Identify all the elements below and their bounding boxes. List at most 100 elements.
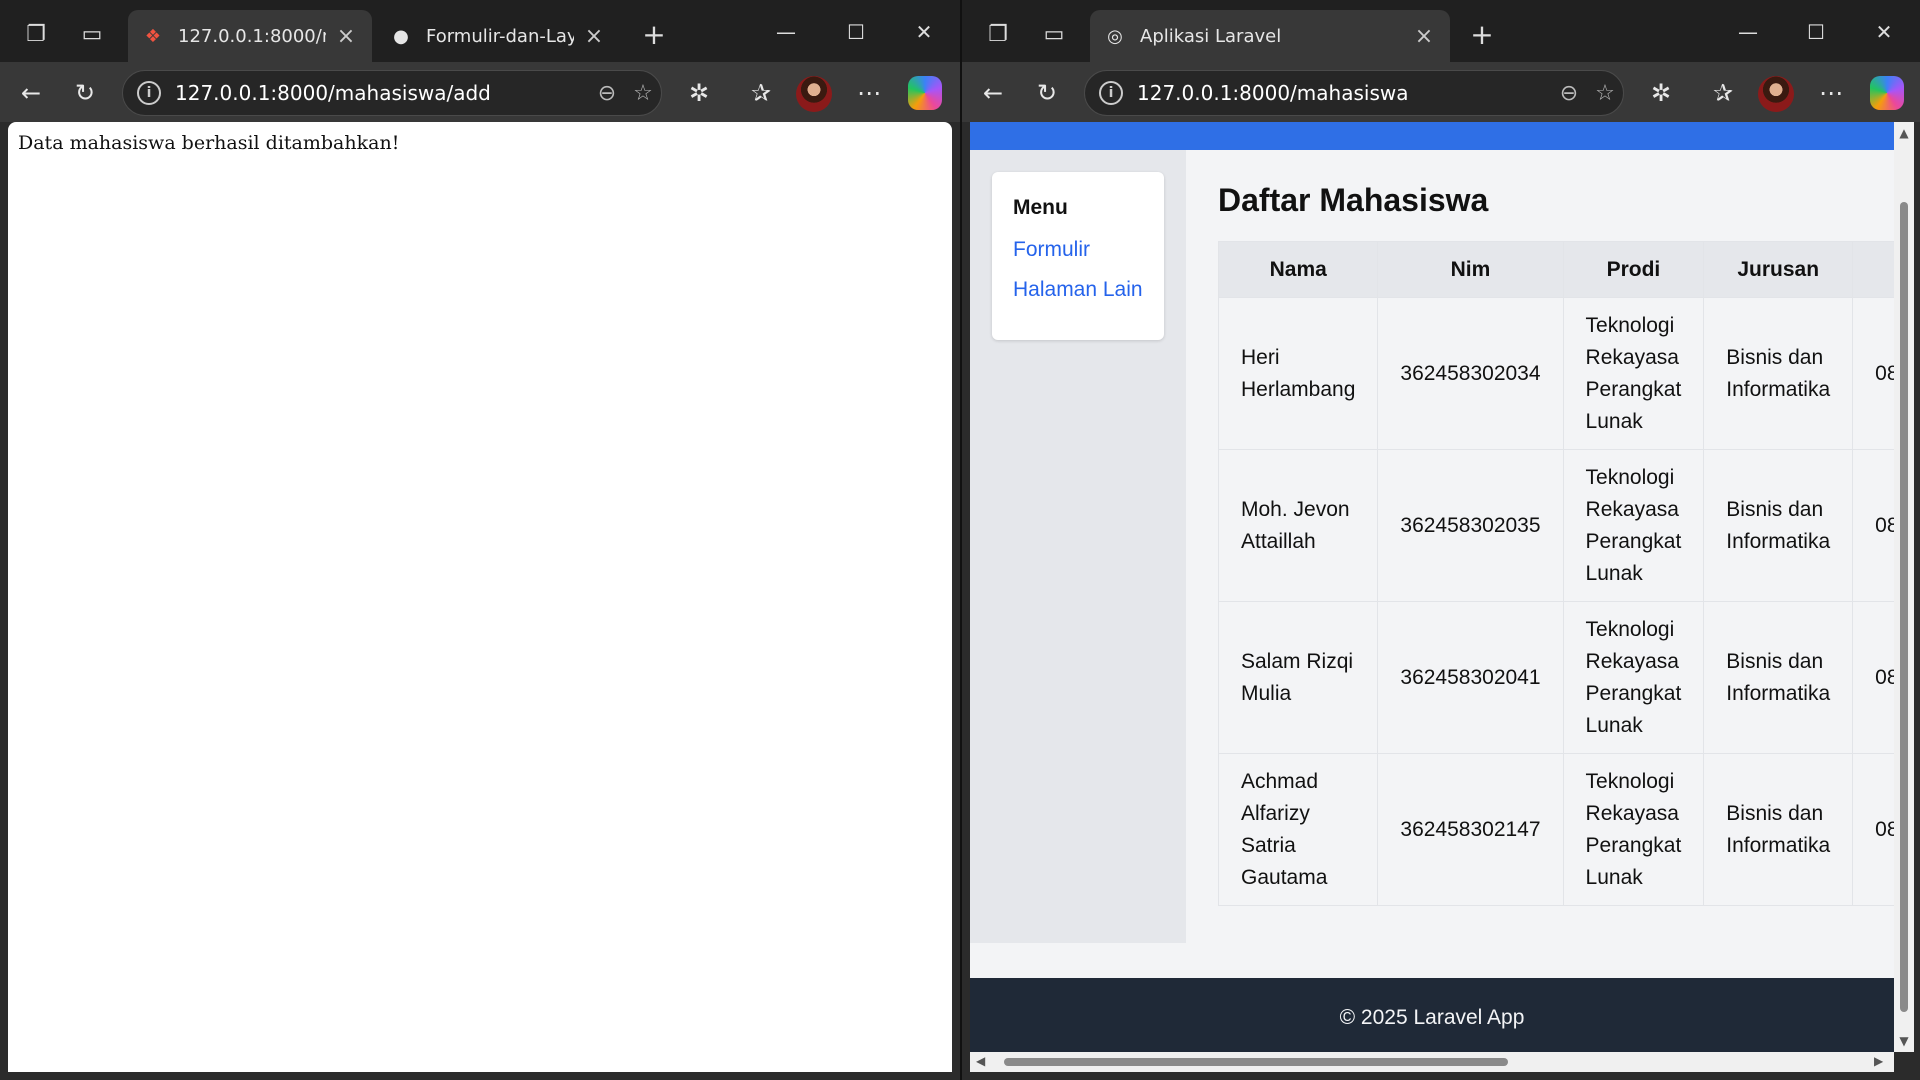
scroll-up-icon[interactable]: ▲ bbox=[1897, 126, 1911, 140]
mahasiswa-table: Nama Nim Prodi Jurusan Heri Herlambang 3… bbox=[1217, 241, 1894, 906]
back-icon[interactable]: ← bbox=[974, 74, 1012, 112]
tab-aplikasi-laravel[interactable]: ◎ Aplikasi Laravel × bbox=[1090, 10, 1450, 62]
cell-prodi: Teknologi Rekayasa Perangkat Lunak bbox=[1562, 601, 1705, 754]
maximize-icon[interactable]: ☐ bbox=[1786, 12, 1846, 52]
app-footer: © 2025 Laravel App bbox=[970, 978, 1894, 1052]
page-viewport: Data mahasiswa berhasil ditambahkan! bbox=[8, 122, 952, 1072]
table-row: Salam Rizqi Mulia 362458302041 Teknologi… bbox=[1217, 601, 1894, 754]
app-main: Menu Formulir Halaman Lain Daftar Mahasi… bbox=[970, 150, 1894, 980]
favorite-star-icon[interactable]: ☆ bbox=[625, 81, 661, 106]
reload-icon[interactable]: ↻ bbox=[66, 74, 104, 112]
extensions-icon[interactable]: ✲ bbox=[680, 74, 718, 112]
cell-jurusan: Bisnis dan Informatika bbox=[1703, 449, 1854, 602]
workspaces-icon[interactable]: ❐ bbox=[980, 16, 1016, 52]
menu-link-formulir[interactable]: Formulir bbox=[1013, 238, 1143, 262]
address-bar[interactable]: i 127.0.0.1:8000/mahasiswa/add ⊖ ☆ bbox=[122, 70, 662, 116]
vertical-scrollbar[interactable]: ▲ ▼ bbox=[1894, 122, 1914, 1052]
tab-strip: ❐ ▭ ◎ Aplikasi Laravel × + — ☐ ✕ bbox=[962, 0, 1920, 62]
main-content: Daftar Mahasiswa Nama Nim Prodi Jurusan bbox=[1217, 182, 1894, 906]
reload-icon[interactable]: ↻ bbox=[1028, 74, 1066, 112]
navigation-bar: ← ↻ i 127.0.0.1:8000/mahasiswa ⊖ ☆ ✲ ✰ ⋯ bbox=[962, 62, 1920, 122]
info-icon[interactable]: i bbox=[137, 81, 161, 105]
favorite-star-icon[interactable]: ☆ bbox=[1587, 81, 1623, 106]
address-url: 127.0.0.1:8000/mahasiswa bbox=[1137, 81, 1409, 105]
tab-github[interactable]: ● Formulir-dan-Layout × bbox=[376, 10, 620, 62]
cell-nim: 362458302035 bbox=[1377, 449, 1564, 602]
cell-jurusan: Bisnis dan Informatika bbox=[1703, 601, 1854, 754]
profile-avatar[interactable] bbox=[1758, 76, 1794, 112]
tab-mahasiswa-add[interactable]: ❖ 127.0.0.1:8000/mahasiswa/add × bbox=[128, 10, 372, 62]
copilot-icon[interactable] bbox=[908, 76, 942, 110]
table-row: Achmad Alfarizy Satria Gautama 362458302… bbox=[1217, 753, 1894, 906]
profile-avatar[interactable] bbox=[796, 76, 832, 112]
scroll-left-icon[interactable]: ◀ bbox=[976, 1054, 985, 1068]
horizontal-scroll-thumb[interactable] bbox=[1004, 1058, 1508, 1066]
cell-jurusan: Bisnis dan Informatika bbox=[1703, 297, 1854, 450]
tab-title: Aplikasi Laravel bbox=[1140, 25, 1282, 47]
favorites-icon[interactable]: ✰ bbox=[1704, 74, 1742, 112]
info-icon[interactable]: i bbox=[1099, 81, 1123, 105]
laravel-icon: ❖ bbox=[144, 25, 162, 47]
vertical-scroll-thumb[interactable] bbox=[1900, 202, 1908, 1012]
close-tab-icon[interactable]: × bbox=[1412, 24, 1436, 49]
zoom-icon[interactable]: ⊖ bbox=[589, 81, 625, 106]
globe-icon: ◎ bbox=[1107, 25, 1123, 47]
close-tab-icon[interactable]: × bbox=[334, 24, 358, 49]
window-close-icon[interactable]: ✕ bbox=[894, 12, 954, 52]
page-viewport: Menu Formulir Halaman Lain Daftar Mahasi… bbox=[970, 122, 1894, 1052]
tab-actions-icon[interactable]: ▭ bbox=[74, 16, 110, 52]
cell-nim: 362458302147 bbox=[1377, 753, 1564, 906]
cell-extra: 08 bbox=[1852, 297, 1894, 450]
new-tab-icon[interactable]: + bbox=[1464, 16, 1500, 52]
tab-actions-icon[interactable]: ▭ bbox=[1036, 16, 1072, 52]
table-row: Heri Herlambang 362458302034 Teknologi R… bbox=[1217, 297, 1894, 450]
cell-nama: Achmad Alfarizy Satria Gautama bbox=[1217, 753, 1379, 906]
cell-extra: 08 bbox=[1852, 753, 1894, 906]
cell-nama: Moh. Jevon Attaillah bbox=[1217, 449, 1379, 602]
extensions-icon[interactable]: ✲ bbox=[1642, 74, 1680, 112]
cell-nim: 362458302034 bbox=[1377, 297, 1564, 450]
column-header-extra bbox=[1852, 241, 1894, 298]
more-icon[interactable]: ⋯ bbox=[1812, 74, 1850, 112]
address-url: 127.0.0.1:8000/mahasiswa/add bbox=[175, 81, 491, 105]
horizontal-scrollbar[interactable]: ◀ ▶ bbox=[970, 1052, 1894, 1072]
zoom-icon[interactable]: ⊖ bbox=[1551, 81, 1587, 106]
app-header bbox=[970, 122, 1894, 150]
address-bar[interactable]: i 127.0.0.1:8000/mahasiswa ⊖ ☆ bbox=[1084, 70, 1624, 116]
window-close-icon[interactable]: ✕ bbox=[1854, 12, 1914, 52]
menu-link-halaman-lain[interactable]: Halaman Lain bbox=[1013, 278, 1143, 302]
favorites-icon[interactable]: ✰ bbox=[742, 74, 780, 112]
tab-title: Formulir-dan-Layout bbox=[426, 25, 574, 47]
maximize-icon[interactable]: ☐ bbox=[826, 12, 886, 52]
more-icon[interactable]: ⋯ bbox=[850, 74, 888, 112]
scroll-down-icon[interactable]: ▼ bbox=[1897, 1034, 1911, 1048]
table-header-row: Nama Nim Prodi Jurusan bbox=[1217, 241, 1894, 298]
minimize-icon[interactable]: — bbox=[756, 12, 816, 52]
column-header-nama: Nama bbox=[1217, 241, 1379, 298]
sidebar: Menu Formulir Halaman Lain bbox=[970, 150, 1186, 943]
browser-window-right: ❐ ▭ ◎ Aplikasi Laravel × + — ☐ ✕ ← ↻ i 1… bbox=[960, 0, 1920, 1080]
cell-jurusan: Bisnis dan Informatika bbox=[1703, 753, 1854, 906]
column-header-prodi: Prodi bbox=[1562, 241, 1705, 298]
back-icon[interactable]: ← bbox=[12, 74, 50, 112]
copilot-icon[interactable] bbox=[1870, 76, 1904, 110]
cell-extra: 08 bbox=[1852, 601, 1894, 754]
tab-title: 127.0.0.1:8000/mahasiswa/add bbox=[178, 25, 326, 47]
menu-title: Menu bbox=[1013, 196, 1068, 219]
column-header-nim: Nim bbox=[1377, 241, 1564, 298]
scroll-right-icon[interactable]: ▶ bbox=[1874, 1054, 1883, 1068]
cell-extra: 08 bbox=[1852, 449, 1894, 602]
close-tab-icon[interactable]: × bbox=[582, 24, 606, 49]
cell-nama: Heri Herlambang bbox=[1217, 297, 1379, 450]
menu-card: Menu Formulir Halaman Lain bbox=[992, 172, 1164, 340]
github-icon: ● bbox=[393, 25, 409, 47]
workspaces-icon[interactable]: ❐ bbox=[18, 16, 54, 52]
minimize-icon[interactable]: — bbox=[1718, 12, 1778, 52]
browser-window-left: ❐ ▭ ❖ 127.0.0.1:8000/mahasiswa/add × ● F… bbox=[0, 0, 960, 1080]
cell-nim: 362458302041 bbox=[1377, 601, 1564, 754]
cell-nama: Salam Rizqi Mulia bbox=[1217, 601, 1379, 754]
navigation-bar: ← ↻ i 127.0.0.1:8000/mahasiswa/add ⊖ ☆ ✲… bbox=[0, 62, 960, 122]
new-tab-icon[interactable]: + bbox=[636, 16, 672, 52]
tab-strip: ❐ ▭ ❖ 127.0.0.1:8000/mahasiswa/add × ● F… bbox=[0, 0, 960, 62]
success-message: Data mahasiswa berhasil ditambahkan! bbox=[18, 132, 400, 154]
